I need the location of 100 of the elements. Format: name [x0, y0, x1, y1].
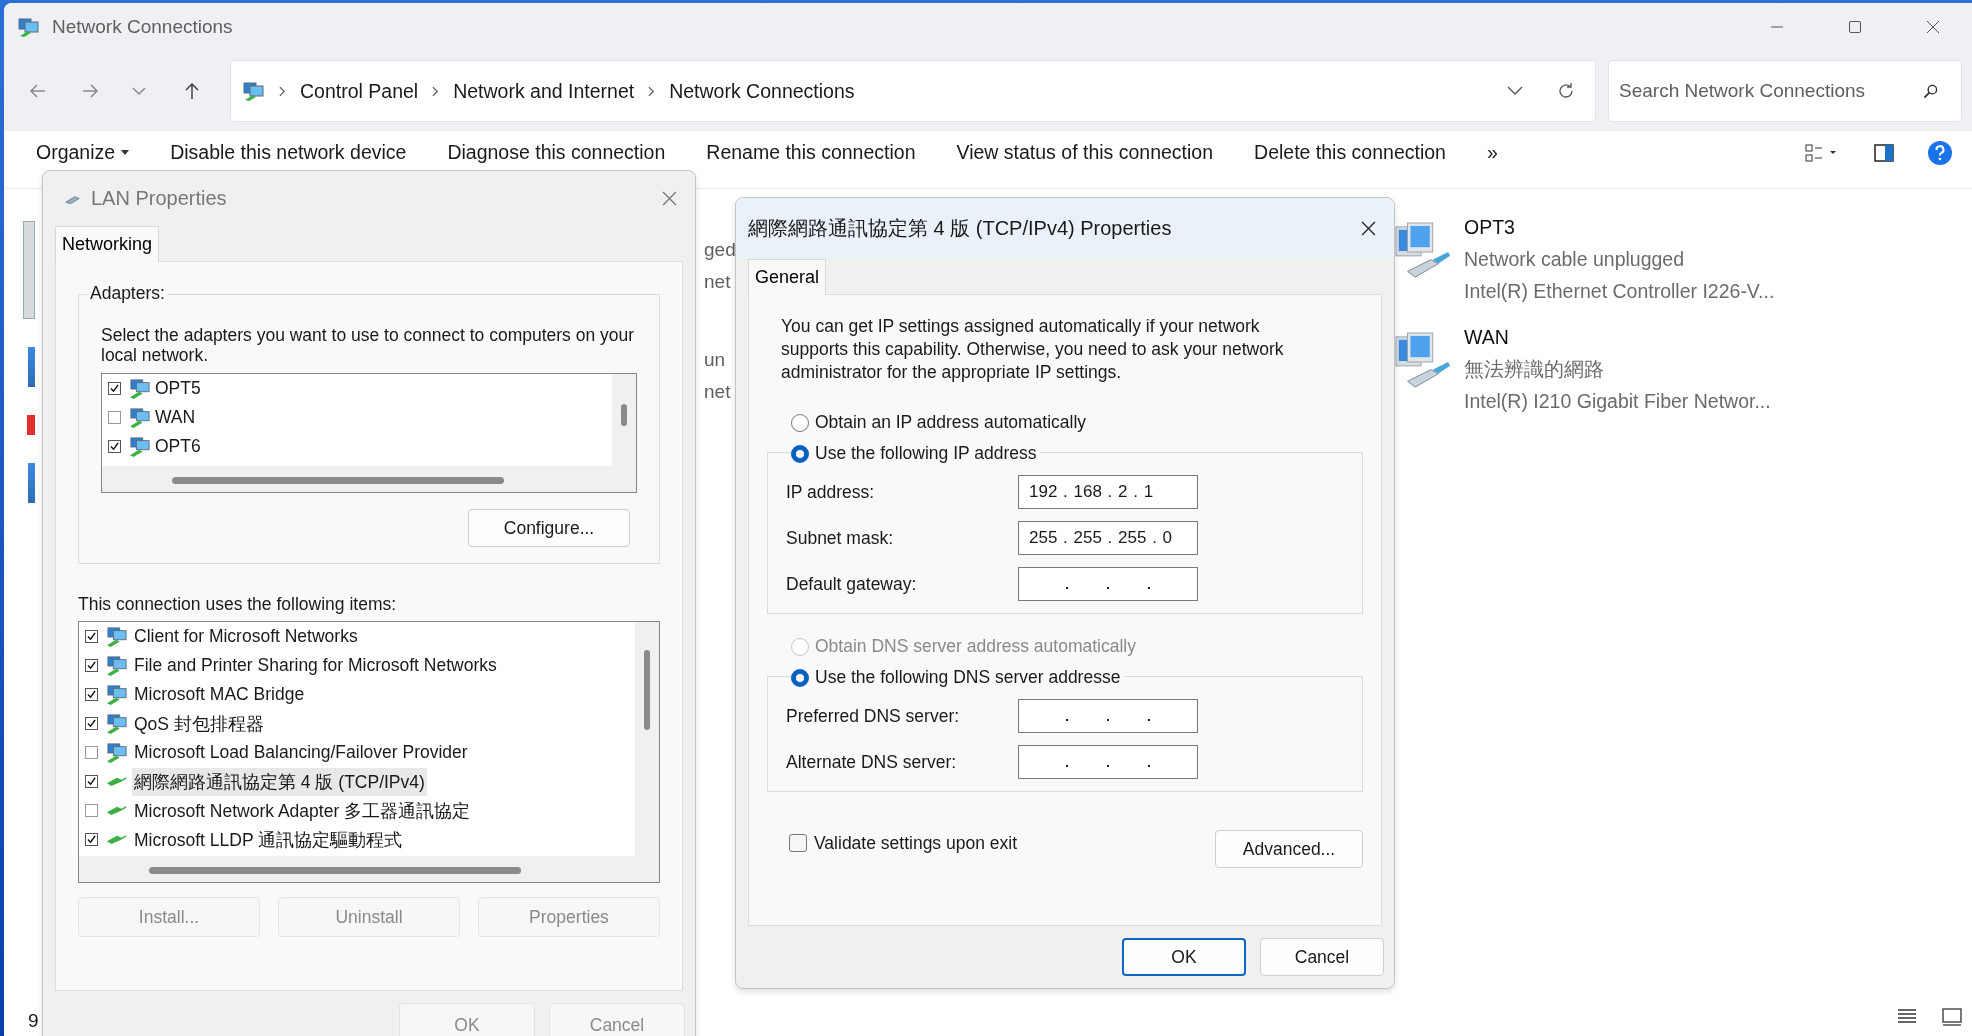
connection-text: net [704, 270, 732, 294]
connection-text: net [704, 380, 732, 404]
checkbox[interactable] [108, 440, 121, 453]
checkbox[interactable] [85, 717, 98, 730]
network-icon [106, 742, 128, 763]
list-item[interactable]: OPT6 [102, 432, 612, 461]
field-label: Preferred DNS server: [786, 705, 961, 727]
section-label: This connection uses the following items: [78, 594, 398, 615]
item-count: 9 [28, 1010, 39, 1032]
toolbar-button[interactable]: Rename this connection [696, 141, 926, 164]
ip-input-field[interactable]: 192 . 168 . 2 . 1 [1018, 475, 1198, 509]
network-connections-icon [243, 81, 265, 101]
connection-status: Network cable unplugged [1464, 247, 1686, 272]
instruction-text: You can get IP settings assigned automatically if your network supports this capability. Otherwise, you need to ask your network administrator for the appropriate IP settings. [781, 315, 1285, 384]
list-item[interactable]: OPT5 [102, 374, 612, 403]
checkbox[interactable] [85, 804, 98, 817]
breadcrumb-item[interactable]: Network and Internet [453, 79, 635, 103]
search-icon [1923, 84, 1938, 99]
checkbox[interactable]: Validate settings upon exit [789, 832, 1017, 854]
cable-icon [106, 776, 128, 787]
checkbox[interactable] [85, 746, 98, 759]
toolbar-button[interactable]: Organize [26, 141, 140, 164]
checkbox[interactable] [85, 688, 98, 701]
network-icon [129, 407, 151, 428]
connection-status: 無法辨識的網路 [1464, 357, 1605, 382]
help-icon[interactable] [1928, 140, 1952, 165]
tab[interactable]: Networking [55, 226, 160, 262]
partial-item-icon [28, 463, 35, 503]
window-title: Network Connections [52, 16, 233, 38]
network-icon [106, 626, 128, 647]
ip-input-field[interactable]: 255 . 255 . 255 . 0 [1018, 521, 1198, 555]
connection-name[interactable]: OPT3 [1464, 211, 1775, 243]
checkbox[interactable] [108, 411, 121, 424]
ip-input-field[interactable] [1018, 567, 1198, 601]
tab[interactable]: General [748, 259, 827, 295]
chevron-right-icon [432, 85, 440, 97]
list-item[interactable]: WAN [102, 403, 612, 432]
toolbar-button[interactable]: Diagnose this connection [437, 141, 676, 164]
list-item[interactable]: Microsoft Load Balancing/Failover Provider [132, 740, 470, 765]
partial-item-icon [27, 415, 35, 435]
connection-name[interactable]: WAN [1464, 321, 1771, 353]
toolbar-button[interactable]: » [1476, 141, 1508, 164]
group-label: Adapters: [87, 283, 168, 304]
checkbox[interactable] [85, 659, 98, 672]
toolbar-button[interactable]: Disable this network device [160, 141, 417, 164]
list-item[interactable]: 網際網路通訊協定第 4 版 (TCP/IPv4) [132, 767, 427, 796]
network-icon [106, 684, 128, 705]
toolbar-button[interactable]: View status of this connection [946, 141, 1224, 164]
toolbar-button[interactable]: Delete this connection [1244, 141, 1456, 164]
connection-text: un [704, 348, 727, 372]
list-item[interactable]: Microsoft LLDP 通訊協定驅動程式 [132, 825, 405, 854]
connection-text: ged [704, 238, 734, 262]
advanced-button[interactable]: Advanced... [1215, 830, 1363, 868]
checkbox[interactable] [85, 630, 98, 643]
ip-input-field[interactable] [1018, 745, 1198, 779]
breadcrumb-item[interactable]: Network Connections [669, 79, 855, 103]
list-item[interactable]: QoS 封包排程器 [132, 709, 266, 738]
dialog-title: 網際網路通訊協定第 4 版 (TCP/IPv4) Properties [748, 215, 1172, 241]
chevron-right-icon [648, 85, 656, 97]
dialog-button[interactable]: OK [1122, 938, 1246, 976]
refresh-icon[interactable] [1557, 82, 1575, 100]
list-item[interactable]: File and Printer Sharing for Microsoft Networks [132, 653, 499, 678]
chevron-right-icon [279, 85, 286, 97]
checkbox[interactable] [108, 382, 121, 395]
breadcrumb-item[interactable]: Control Panel [300, 79, 419, 103]
tiles-view-icon[interactable] [1942, 1008, 1962, 1026]
connection-device: Intel(R) I210 Gigabit Fiber Networ... [1464, 389, 1771, 414]
dialog-title: LAN Properties [91, 186, 227, 210]
maximize-icon[interactable] [1848, 20, 1862, 34]
preview-pane-icon[interactable] [1874, 143, 1894, 162]
field-label: Alternate DNS server: [786, 751, 958, 773]
checkbox[interactable] [85, 833, 98, 846]
cable-icon [106, 834, 128, 845]
radio-button[interactable]: Obtain an IP address automatically [791, 412, 1363, 433]
scrollbar[interactable] [149, 867, 521, 874]
list-item[interactable]: Microsoft Network Adapter 多工器通訊協定 [132, 796, 473, 825]
field-label: Subnet mask: [786, 527, 894, 549]
network-icon [129, 436, 151, 457]
search-field[interactable]: Search Network Connections [1608, 60, 1962, 122]
configure-button[interactable]: Configure... [468, 509, 630, 547]
field-label: Default gateway: [786, 573, 918, 595]
scrollbar[interactable] [172, 477, 504, 484]
cable-icon [106, 805, 128, 816]
checkbox[interactable] [85, 775, 98, 788]
details-view-icon[interactable] [1897, 1008, 1917, 1024]
list-item[interactable]: Microsoft MAC Bridge [132, 682, 307, 707]
network-icon [106, 655, 128, 676]
dialog-button[interactable]: Cancel [1260, 938, 1384, 976]
close-icon[interactable] [1361, 220, 1376, 236]
close-icon[interactable] [1926, 20, 1940, 34]
network-connections-icon [18, 17, 40, 37]
connection-device: Intel(R) Ethernet Controller I226-V... [1464, 279, 1775, 304]
partial-item-icon [28, 347, 35, 387]
list-item[interactable]: Client for Microsoft Networks [132, 624, 360, 649]
chevron-down-icon[interactable] [1507, 86, 1523, 96]
ip-input-field[interactable] [1018, 699, 1198, 733]
network-icon [106, 713, 128, 734]
scrollbar[interactable] [621, 404, 627, 426]
address-bar[interactable]: Control Panel Network and Internet Network Connections [230, 60, 1596, 122]
scrollbar[interactable] [644, 650, 650, 730]
